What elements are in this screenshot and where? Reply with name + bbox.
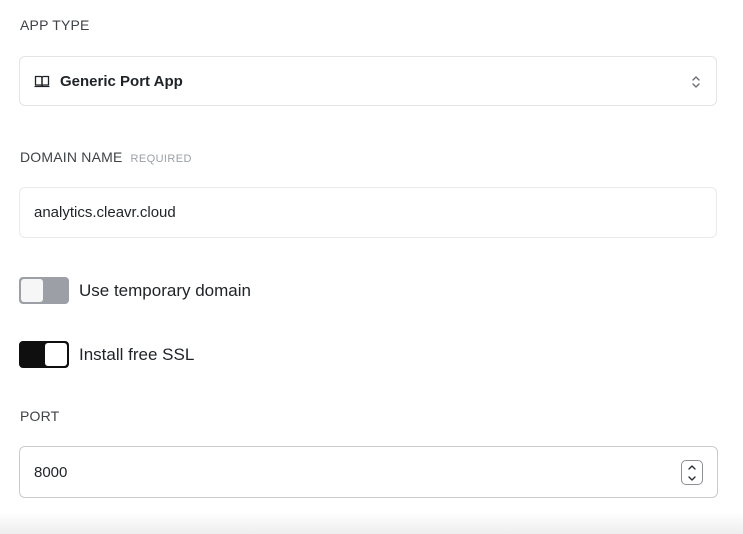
temporary-domain-toggle[interactable] [19,277,69,304]
port-input[interactable] [20,447,668,497]
bottom-shade [0,512,743,534]
free-ssl-row: Install free SSL [19,341,194,368]
required-tag: REQUIRED [130,153,192,165]
chevron-up-down-icon [690,73,702,91]
domain-name-label-text: DOMAIN NAME [20,149,123,165]
domain-name-label: DOMAIN NAME REQUIRED [20,149,192,165]
temporary-domain-row: Use temporary domain [19,277,251,304]
decrement-button[interactable] [682,473,702,484]
book-icon [34,73,50,89]
port-stepper [681,460,703,485]
app-type-value: Generic Port App [60,72,183,90]
create-app-form: APP TYPE Generic Port App DOMAIN NAME REQ… [0,0,743,534]
port-label: PORT [20,408,59,424]
chevron-down-icon [688,475,696,481]
chevron-up-icon [688,464,696,470]
app-type-select[interactable]: Generic Port App [19,56,717,106]
app-type-label: APP TYPE [20,17,90,33]
increment-button[interactable] [682,462,702,473]
free-ssl-label: Install free SSL [79,344,195,364]
port-label-text: PORT [20,408,60,424]
temporary-domain-label: Use temporary domain [79,280,251,300]
free-ssl-toggle[interactable] [19,341,69,368]
toggle-knob [45,343,67,366]
toggle-knob [21,279,43,302]
port-field [19,446,718,498]
domain-name-input[interactable] [19,187,717,238]
app-type-label-text: APP TYPE [20,17,90,33]
